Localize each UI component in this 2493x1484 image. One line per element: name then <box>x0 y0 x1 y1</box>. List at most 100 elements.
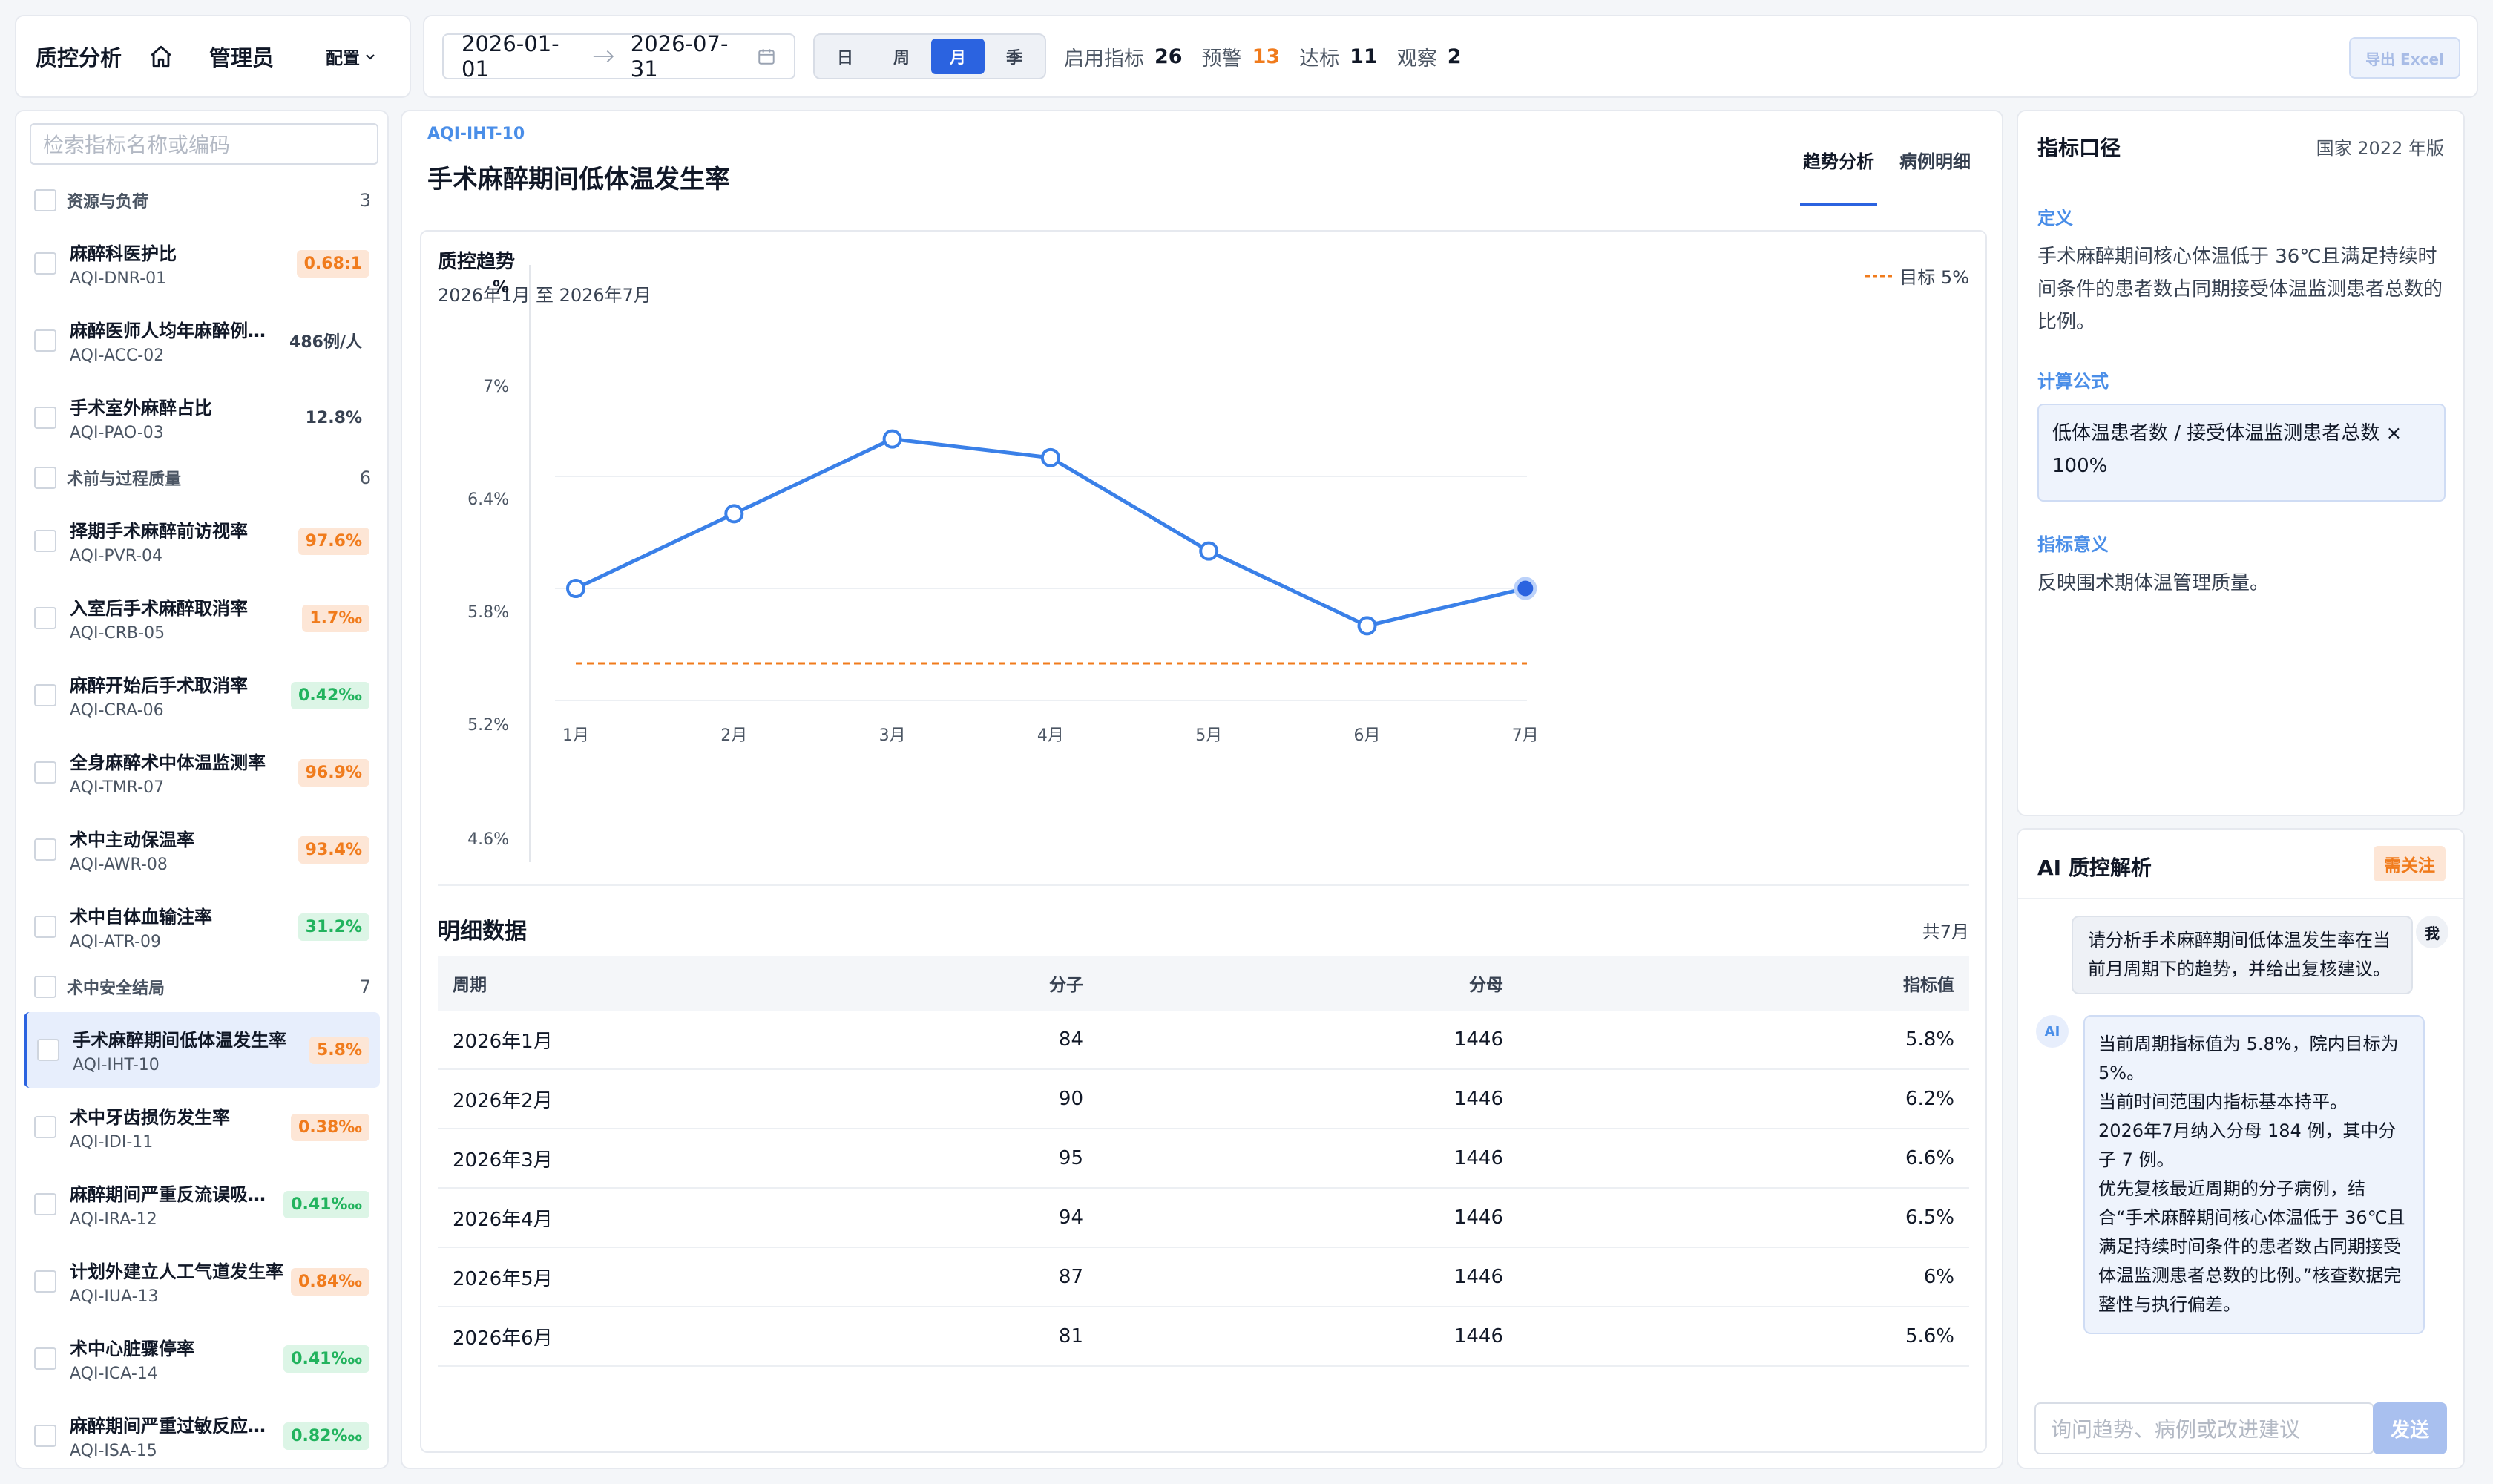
table-row[interactable]: 2026年4月 94 1446 6.5% <box>438 1189 1969 1248</box>
detail-table: 周期 分子 分母 指标值 2026年1月 84 1446 5.8% 2026年2月 90 1446 6… <box>438 956 1969 1367</box>
checkbox[interactable] <box>34 684 56 706</box>
ai-question-input[interactable]: 询问趋势、病例或改进建议 <box>2034 1402 2374 1454</box>
granularity-switch: 日周月季 <box>813 33 1046 79</box>
table-cell: 2026年5月 <box>453 1267 553 1290</box>
checkbox[interactable] <box>34 838 56 861</box>
checkbox[interactable] <box>34 916 56 938</box>
indicator-code: AQI-ISA-15 <box>70 1442 157 1460</box>
ai-panel-title: AI 质控解析 <box>2037 856 2152 880</box>
tab-case-detail[interactable]: 病例明细 <box>1896 147 1974 206</box>
indicator-text: 术中心脏骤停率 AQI-ICA-14 <box>70 1334 276 1383</box>
indicator-list-item[interactable]: 手术室外麻醉占比 AQI-PAO-03 12.8% <box>24 380 380 456</box>
calendar-icon[interactable] <box>757 46 776 67</box>
meaning-text: 反映围术期体温管理质量。 <box>2037 572 2270 594</box>
tab-trend-analysis[interactable]: 趋势分析 <box>1800 147 1877 206</box>
table-row[interactable]: 2026年3月 95 1446 6.6% <box>438 1129 1969 1189</box>
home-icon[interactable] <box>148 44 174 69</box>
export-excel-button[interactable]: 导出 Excel <box>2349 37 2460 79</box>
checkbox[interactable] <box>34 189 56 211</box>
y-axis-label: % <box>493 278 509 297</box>
indicator-name: 计划外建立人工气道发生率 <box>70 1261 283 1282</box>
indicator-list-item[interactable]: 麻醉期间严重反流误吸发生率 AQI-IRA-12 0.41‱ <box>24 1166 380 1242</box>
granularity-option[interactable]: 季 <box>988 39 1041 74</box>
indicator-list-item[interactable]: 麻醉开始后手术取消率 AQI-CRA-06 0.42‰ <box>24 657 380 733</box>
group-count: 7 <box>359 976 371 997</box>
indicator-list-item[interactable]: 术中牙齿损伤发生率 AQI-IDI-11 0.38‰ <box>24 1089 380 1165</box>
role-label[interactable]: 管理员 <box>209 41 274 72</box>
indicator-list-item[interactable]: 全身麻醉术中体温监测率 AQI-TMR-07 96.9% <box>24 735 380 810</box>
checkbox[interactable] <box>34 1193 56 1215</box>
table-cell: 94 <box>1058 1206 1083 1229</box>
indicator-code: AQI-ICA-14 <box>70 1365 158 1383</box>
checkbox[interactable] <box>37 1039 59 1061</box>
indicator-name: 择期手术麻醉前访视率 <box>70 521 248 542</box>
checkbox[interactable] <box>34 1270 56 1293</box>
indicator-list-item[interactable]: 计划外建立人工气道发生率 AQI-IUA-13 0.84‰ <box>24 1244 380 1319</box>
group-header[interactable]: 术中安全结局 7 <box>34 972 371 1002</box>
table-row[interactable]: 2026年5月 87 1446 6% <box>438 1248 1969 1307</box>
indicator-code: AQI-IHT-10 <box>73 1056 160 1074</box>
table-cell: 6.6% <box>1905 1147 1954 1169</box>
x-tick-label: 6月 <box>1354 726 1381 745</box>
table-cell: 2026年6月 <box>453 1327 553 1350</box>
y-tick-label: 5.8% <box>467 603 509 622</box>
column-header[interactable]: 周期 <box>438 971 705 996</box>
data-point <box>724 504 744 524</box>
table-row[interactable]: 2026年1月 84 1446 5.8% <box>438 1011 1969 1070</box>
indicator-search-input[interactable]: 检索指标名称或编码 <box>30 123 378 165</box>
indicator-list-item[interactable]: 麻醉科医护比 AQI-DNR-01 0.68:1 <box>24 226 380 301</box>
indicator-code: AQI-ACC-02 <box>70 347 165 365</box>
group-header[interactable]: 资源与负荷 3 <box>34 186 371 215</box>
formula-box: 低体温患者数 / 接受体温监测患者总数 × 100% <box>2037 404 2446 502</box>
indicator-code: AQI-IRA-12 <box>70 1210 157 1229</box>
column-header[interactable]: 指标值 <box>1503 971 1969 996</box>
checkbox[interactable] <box>34 329 56 352</box>
table-cell: 90 <box>1058 1088 1083 1110</box>
data-point <box>1199 541 1219 561</box>
indicator-list-item[interactable]: 麻醉期间严重过敏反应发生率 AQI-ISA-15 0.82‱ <box>24 1398 380 1468</box>
send-button[interactable]: 发送 <box>2373 1402 2447 1454</box>
checkbox[interactable] <box>34 1116 56 1138</box>
indicator-value-badge: 486例/人 <box>289 333 362 352</box>
x-tick-label: 7月 <box>1512 726 1539 745</box>
group-label: 术前与过程质量 <box>67 470 182 489</box>
y-tick-label: 6.4% <box>467 490 509 509</box>
checkbox[interactable] <box>34 976 56 998</box>
checkbox[interactable] <box>34 530 56 552</box>
table-cell: 1446 <box>1454 1088 1503 1110</box>
checkbox[interactable] <box>34 407 56 429</box>
checkbox[interactable] <box>34 607 56 629</box>
indicator-list-item[interactable]: 手术麻醉期间低体温发生率 AQI-IHT-10 5.8% <box>24 1012 380 1088</box>
indicator-list-item[interactable]: 术中心脏骤停率 AQI-ICA-14 0.41‱ <box>24 1321 380 1396</box>
indicator-code: AQI-CRB-05 <box>70 624 165 643</box>
checkbox[interactable] <box>34 252 56 275</box>
indicator-list-item[interactable]: 麻醉医师人均年麻醉例次数 AQI-ACC-02 486例/人 <box>24 303 380 378</box>
config-menu[interactable]: 配置 <box>326 44 360 69</box>
checkbox[interactable] <box>34 467 56 489</box>
date-end[interactable]: 2026-07-31 <box>631 31 746 82</box>
date-range-picker[interactable]: 2026-01-01 2026-07-31 <box>442 31 795 82</box>
granularity-option[interactable]: 周 <box>875 39 928 74</box>
ai-message-line: 当前时间范围内指标基本持平。 <box>2098 1091 2348 1112</box>
indicator-text: 麻醉期间严重反流误吸发生率 AQI-IRA-12 <box>70 1180 276 1229</box>
checkbox[interactable] <box>34 1347 56 1370</box>
table-cell: 1446 <box>1454 1266 1503 1288</box>
indicator-value-badge: 0.41‱ <box>283 1190 369 1218</box>
checkbox[interactable] <box>34 1425 56 1447</box>
indicator-list-item[interactable]: 入室后手术麻醉取消率 AQI-CRB-05 1.7‰ <box>24 580 380 656</box>
group-header[interactable]: 术前与过程质量 6 <box>34 463 371 493</box>
table-row[interactable]: 2026年6月 81 1446 5.6% <box>438 1307 1969 1367</box>
column-header[interactable]: 分母 <box>1083 971 1503 996</box>
date-start[interactable]: 2026-01-01 <box>462 31 577 82</box>
indicator-list-item[interactable]: 术中自体血输注率 AQI-ATR-09 31.2% <box>24 889 380 965</box>
checkbox[interactable] <box>34 761 56 784</box>
table-row[interactable]: 2026年2月 90 1446 6.2% <box>438 1070 1969 1129</box>
app-title: 质控分析 <box>36 45 122 70</box>
chevron-down-icon[interactable] <box>364 50 376 62</box>
indicator-list-item[interactable]: 择期手术麻醉前访视率 AQI-PVR-04 97.6% <box>24 503 380 579</box>
indicator-list-item[interactable]: 术中主动保温率 AQI-AWR-08 93.4% <box>24 812 380 887</box>
column-header[interactable]: 分子 <box>705 971 1083 996</box>
granularity-option[interactable]: 日 <box>818 39 872 74</box>
indicator-value-badge: 5.8% <box>309 1036 369 1064</box>
granularity-option[interactable]: 月 <box>931 39 985 74</box>
